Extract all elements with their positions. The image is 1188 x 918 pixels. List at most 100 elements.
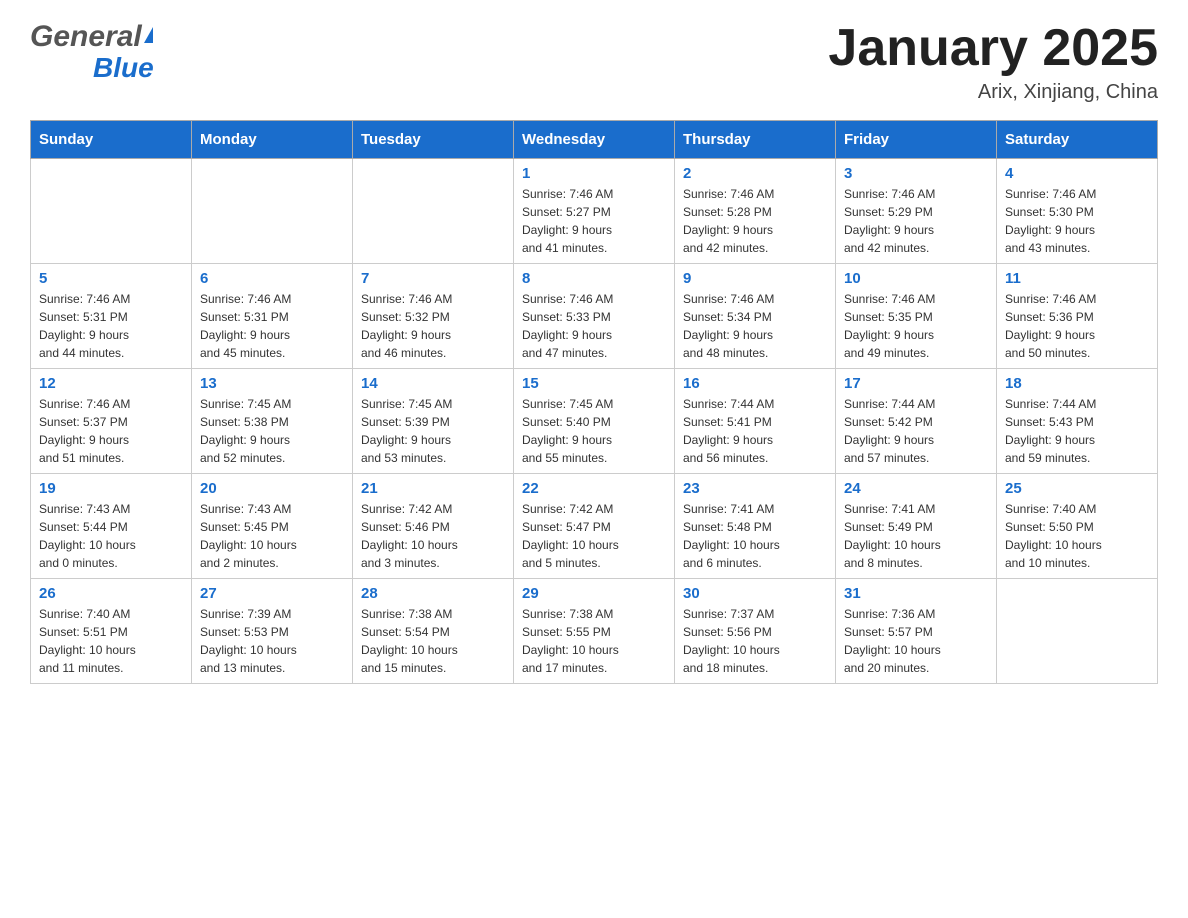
day-number: 26: [39, 585, 183, 602]
day-number: 6: [200, 270, 344, 287]
calendar-day-cell: [997, 579, 1158, 684]
calendar-day-cell: 2 Sunrise: 7:46 AMSunset: 5:28 PMDaylight…: [675, 159, 836, 264]
calendar-day-cell: 27 Sunrise: 7:39 AMSunset: 5:53 PMDayligh…: [192, 579, 353, 684]
calendar-day-cell: 11Sunrise: 7:46 AMSunset: 5:36 PMDayligh…: [997, 264, 1158, 369]
calendar-body: 1 Sunrise: 7:46 AMSunset: 5:27 PMDaylight…: [31, 159, 1158, 684]
day-info: Sunrise: 7:46 AMSunset: 5:34 PMDaylight:…: [683, 290, 827, 362]
logo: General Blue: [30, 20, 154, 84]
day-number: 31: [844, 585, 988, 602]
calendar-day-cell: 4 Sunrise: 7:46 AMSunset: 5:30 PMDaylight…: [997, 159, 1158, 264]
calendar-day-cell: 15Sunrise: 7:45 AMSunset: 5:40 PMDayligh…: [514, 369, 675, 474]
day-number: 27: [200, 585, 344, 602]
day-info: Sunrise: 7:39 AMSunset: 5:53 PMDaylight:…: [200, 605, 344, 677]
day-info: Sunrise: 7:46 AMSunset: 5:37 PMDaylight:…: [39, 395, 183, 467]
day-number: 10: [844, 270, 988, 287]
day-info: Sunrise: 7:40 AMSunset: 5:51 PMDaylight:…: [39, 605, 183, 677]
calendar-day-cell: 5 Sunrise: 7:46 AMSunset: 5:31 PMDaylight…: [31, 264, 192, 369]
day-number: 21: [361, 480, 505, 497]
month-year-title: January 2025: [828, 20, 1158, 77]
day-number: 9: [683, 270, 827, 287]
day-number: 18: [1005, 375, 1149, 392]
calendar-day-header: Wednesday: [514, 121, 675, 159]
calendar-day-cell: [192, 159, 353, 264]
day-number: 23: [683, 480, 827, 497]
calendar-day-header: Saturday: [997, 121, 1158, 159]
calendar-day-cell: 21 Sunrise: 7:42 AMSunset: 5:46 PMDayligh…: [353, 474, 514, 579]
calendar-day-cell: 31 Sunrise: 7:36 AMSunset: 5:57 PMDayligh…: [836, 579, 997, 684]
calendar-day-cell: 22 Sunrise: 7:42 AMSunset: 5:47 PMDayligh…: [514, 474, 675, 579]
calendar-week-row: 19 Sunrise: 7:43 AMSunset: 5:44 PMDayligh…: [31, 474, 1158, 579]
day-number: 14: [361, 375, 505, 392]
day-info: Sunrise: 7:42 AMSunset: 5:47 PMDaylight:…: [522, 500, 666, 572]
calendar-week-row: 26 Sunrise: 7:40 AMSunset: 5:51 PMDayligh…: [31, 579, 1158, 684]
day-number: 24: [844, 480, 988, 497]
calendar-table: SundayMondayTuesdayWednesdayThursdayFrid…: [30, 120, 1158, 684]
day-info: Sunrise: 7:46 AMSunset: 5:31 PMDaylight:…: [39, 290, 183, 362]
calendar-day-cell: 16 Sunrise: 7:44 AMSunset: 5:41 PMDayligh…: [675, 369, 836, 474]
calendar-day-header: Monday: [192, 121, 353, 159]
day-info: Sunrise: 7:42 AMSunset: 5:46 PMDaylight:…: [361, 500, 505, 572]
calendar-day-header: Tuesday: [353, 121, 514, 159]
day-number: 1: [522, 165, 666, 182]
calendar-day-cell: 17 Sunrise: 7:44 AMSunset: 5:42 PMDayligh…: [836, 369, 997, 474]
day-number: 15: [522, 375, 666, 392]
day-number: 17: [844, 375, 988, 392]
day-number: 4: [1005, 165, 1149, 182]
calendar-week-row: 5 Sunrise: 7:46 AMSunset: 5:31 PMDaylight…: [31, 264, 1158, 369]
day-info: Sunrise: 7:46 AMSunset: 5:29 PMDaylight:…: [844, 185, 988, 257]
day-info: Sunrise: 7:44 AMSunset: 5:41 PMDaylight:…: [683, 395, 827, 467]
calendar-day-cell: 9 Sunrise: 7:46 AMSunset: 5:34 PMDaylight…: [675, 264, 836, 369]
calendar-week-row: 12Sunrise: 7:46 AMSunset: 5:37 PMDayligh…: [31, 369, 1158, 474]
day-info: Sunrise: 7:46 AMSunset: 5:30 PMDaylight:…: [1005, 185, 1149, 257]
day-info: Sunrise: 7:36 AMSunset: 5:57 PMDaylight:…: [844, 605, 988, 677]
calendar-day-cell: 7Sunrise: 7:46 AMSunset: 5:32 PMDaylight…: [353, 264, 514, 369]
calendar-day-cell: 20 Sunrise: 7:43 AMSunset: 5:45 PMDayligh…: [192, 474, 353, 579]
calendar-day-header: Thursday: [675, 121, 836, 159]
logo-triangle-icon: [144, 27, 153, 43]
day-info: Sunrise: 7:46 AMSunset: 5:27 PMDaylight:…: [522, 185, 666, 257]
calendar-day-cell: 26 Sunrise: 7:40 AMSunset: 5:51 PMDayligh…: [31, 579, 192, 684]
calendar-day-cell: 19 Sunrise: 7:43 AMSunset: 5:44 PMDayligh…: [31, 474, 192, 579]
calendar-header-row: SundayMondayTuesdayWednesdayThursdayFrid…: [31, 121, 1158, 159]
day-info: Sunrise: 7:44 AMSunset: 5:42 PMDaylight:…: [844, 395, 988, 467]
day-info: Sunrise: 7:46 AMSunset: 5:36 PMDaylight:…: [1005, 290, 1149, 362]
day-number: 2: [683, 165, 827, 182]
calendar-day-cell: 10 Sunrise: 7:46 AMSunset: 5:35 PMDayligh…: [836, 264, 997, 369]
day-number: 5: [39, 270, 183, 287]
calendar-week-row: 1 Sunrise: 7:46 AMSunset: 5:27 PMDaylight…: [31, 159, 1158, 264]
day-info: Sunrise: 7:46 AMSunset: 5:31 PMDaylight:…: [200, 290, 344, 362]
day-info: Sunrise: 7:43 AMSunset: 5:45 PMDaylight:…: [200, 500, 344, 572]
day-number: 16: [683, 375, 827, 392]
calendar-day-cell: 3Sunrise: 7:46 AMSunset: 5:29 PMDaylight…: [836, 159, 997, 264]
calendar-day-cell: 30Sunrise: 7:37 AMSunset: 5:56 PMDayligh…: [675, 579, 836, 684]
day-info: Sunrise: 7:46 AMSunset: 5:35 PMDaylight:…: [844, 290, 988, 362]
calendar-day-cell: 23 Sunrise: 7:41 AMSunset: 5:48 PMDayligh…: [675, 474, 836, 579]
calendar-day-cell: 18Sunrise: 7:44 AMSunset: 5:43 PMDayligh…: [997, 369, 1158, 474]
day-info: Sunrise: 7:43 AMSunset: 5:44 PMDaylight:…: [39, 500, 183, 572]
calendar-day-cell: 29Sunrise: 7:38 AMSunset: 5:55 PMDayligh…: [514, 579, 675, 684]
calendar-day-cell: 14 Sunrise: 7:45 AMSunset: 5:39 PMDayligh…: [353, 369, 514, 474]
day-number: 22: [522, 480, 666, 497]
calendar-day-header: Friday: [836, 121, 997, 159]
day-number: 20: [200, 480, 344, 497]
calendar-day-cell: 13Sunrise: 7:45 AMSunset: 5:38 PMDayligh…: [192, 369, 353, 474]
day-number: 19: [39, 480, 183, 497]
day-info: Sunrise: 7:37 AMSunset: 5:56 PMDaylight:…: [683, 605, 827, 677]
page-header: General Blue January 2025 Arix, Xinjiang…: [30, 20, 1158, 104]
calendar-day-cell: 28Sunrise: 7:38 AMSunset: 5:54 PMDayligh…: [353, 579, 514, 684]
logo-general-text: General: [30, 20, 142, 53]
day-info: Sunrise: 7:41 AMSunset: 5:48 PMDaylight:…: [683, 500, 827, 572]
logo-blue-text: Blue: [30, 53, 154, 84]
day-number: 7: [361, 270, 505, 287]
day-number: 28: [361, 585, 505, 602]
calendar-day-cell: 24Sunrise: 7:41 AMSunset: 5:49 PMDayligh…: [836, 474, 997, 579]
day-info: Sunrise: 7:45 AMSunset: 5:38 PMDaylight:…: [200, 395, 344, 467]
day-info: Sunrise: 7:46 AMSunset: 5:33 PMDaylight:…: [522, 290, 666, 362]
day-info: Sunrise: 7:38 AMSunset: 5:55 PMDaylight:…: [522, 605, 666, 677]
calendar-day-cell: 12Sunrise: 7:46 AMSunset: 5:37 PMDayligh…: [31, 369, 192, 474]
day-number: 25: [1005, 480, 1149, 497]
title-block: January 2025 Arix, Xinjiang, China: [828, 20, 1158, 104]
day-info: Sunrise: 7:46 AMSunset: 5:28 PMDaylight:…: [683, 185, 827, 257]
day-info: Sunrise: 7:45 AMSunset: 5:39 PMDaylight:…: [361, 395, 505, 467]
day-number: 8: [522, 270, 666, 287]
